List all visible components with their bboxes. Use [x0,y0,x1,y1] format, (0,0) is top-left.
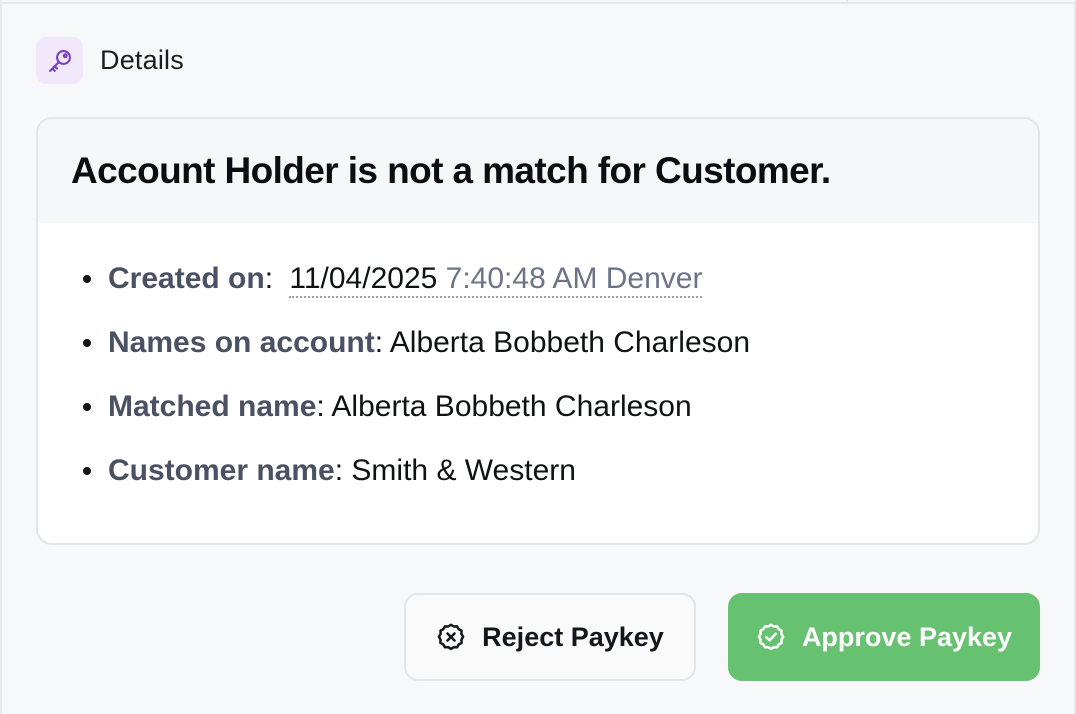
created-datetime[interactable]: 11/04/2025 7:40:48 AM Denver [289,262,703,298]
card-title: Account Holder is not a match for Custom… [71,150,831,191]
detail-customer-name: Customer name: Smith & Western [83,451,750,515]
detail-created-on: Created on: 11/04/2025 7:40:48 AM Denver [83,259,750,323]
reject-paykey-button[interactable]: Reject Paykey [404,593,696,681]
top-divider-tick [846,0,848,4]
card-header: Account Holder is not a match for Custom… [38,119,1038,223]
detail-separator: : [334,454,344,487]
detail-label: Customer name [108,454,335,487]
detail-matched-name: Matched name: Alberta Bobbeth Charleson [83,387,750,451]
left-border [0,0,2,714]
detail-separator: : [264,262,274,295]
created-date: 11/04/2025 [289,262,438,295]
detail-value: Smith & Western [351,454,576,487]
detail-separator: : [374,326,384,359]
section-title: Details [100,45,184,75]
detail-label: Names on account [108,326,375,359]
detail-value: Alberta Bobbeth Charleson [331,390,692,423]
approve-paykey-label: Approve Paykey [801,621,1013,652]
key-icon [36,37,83,84]
detail-separator: : [316,390,325,423]
detail-list: Created on: 11/04/2025 7:40:48 AM Denver… [83,259,750,515]
check-circle-icon [756,622,786,652]
detail-names-on-account: Names on account: Alberta Bobbeth Charle… [83,323,750,387]
detail-value: Alberta Bobbeth Charleson [389,326,750,359]
approve-paykey-button[interactable]: Approve Paykey [728,593,1040,681]
created-time: 7:40:48 AM Denver [445,262,703,295]
top-divider [0,0,1076,4]
detail-label: Created on [108,262,265,295]
match-card: Account Holder is not a match for Custom… [36,117,1040,545]
detail-label: Matched name [108,390,317,423]
x-circle-icon [436,622,466,652]
reject-paykey-label: Reject Paykey [482,621,664,652]
section-header: Details [36,37,184,84]
